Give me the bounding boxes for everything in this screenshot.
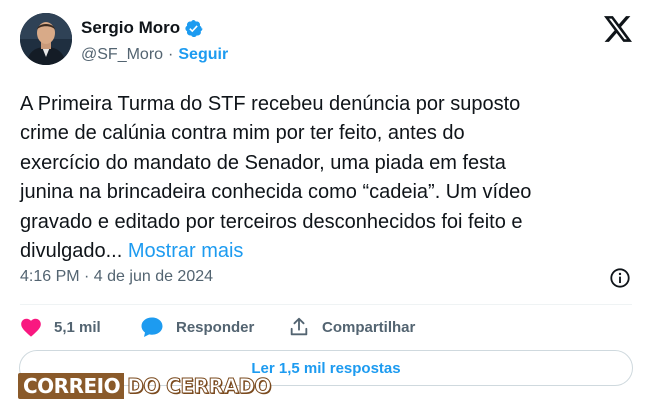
watermark-logo: CORREIO DO CERRADO	[18, 372, 272, 400]
tweet-timestamp[interactable]: 4:16 PM · 4 de jun de 2024	[20, 268, 213, 286]
author-handle-row: @SF_Moro · Seguir	[81, 46, 228, 64]
avatar[interactable]	[20, 13, 72, 65]
like-count: 5,1 mil	[54, 318, 101, 336]
tweet-text: A Primeira Turma do STF recebeu denúncia…	[20, 90, 635, 266]
tweet-line: divulgado...	[20, 240, 128, 263]
watermark-part-2: DO CERRADO	[127, 374, 272, 399]
tweet-last-line: divulgado... Mostrar mais	[20, 237, 635, 266]
reply-label: Responder	[176, 318, 255, 336]
heart-icon	[21, 318, 41, 337]
divider	[20, 304, 632, 305]
tweet-line: gravado e editado por terceiros desconhe…	[20, 210, 523, 233]
tweet-line: crime de calúnia contra mim por ter feit…	[20, 122, 465, 145]
reply-button[interactable]: Responder	[140, 316, 288, 338]
info-icon[interactable]	[609, 267, 631, 289]
tweet-card: Sergio Moro @SF_Moro · Seguir A Primeira T…	[0, 0, 650, 404]
like-button[interactable]: 5,1 mil	[20, 317, 140, 337]
x-logo-icon[interactable]	[604, 16, 632, 42]
author-name-row[interactable]: Sergio Moro	[81, 18, 203, 38]
share-label: Compartilhar	[322, 318, 416, 336]
author-handle[interactable]: @SF_Moro	[81, 46, 163, 63]
tweet-line: junina na brincadeira conhecida como “ca…	[20, 181, 532, 204]
share-icon	[290, 317, 308, 336]
tweet-line: exercício do mandato de Senador, uma pia…	[20, 151, 506, 174]
tweet-line: A Primeira Turma do STF recebeu denúncia…	[20, 93, 521, 115]
author-name[interactable]: Sergio Moro	[81, 18, 180, 38]
share-button[interactable]: Compartilhar	[288, 316, 448, 338]
avatar-photo	[20, 13, 72, 65]
show-more-link[interactable]: Mostrar mais	[128, 240, 244, 262]
reply-bubble-icon	[141, 317, 163, 337]
follow-button[interactable]: Seguir	[178, 46, 228, 63]
separator-dot: ·	[168, 46, 174, 63]
action-bar: 5,1 mil Responder Compartilhar	[20, 315, 448, 339]
watermark-part-1: CORREIO	[18, 373, 125, 399]
verified-badge-icon	[185, 19, 203, 37]
